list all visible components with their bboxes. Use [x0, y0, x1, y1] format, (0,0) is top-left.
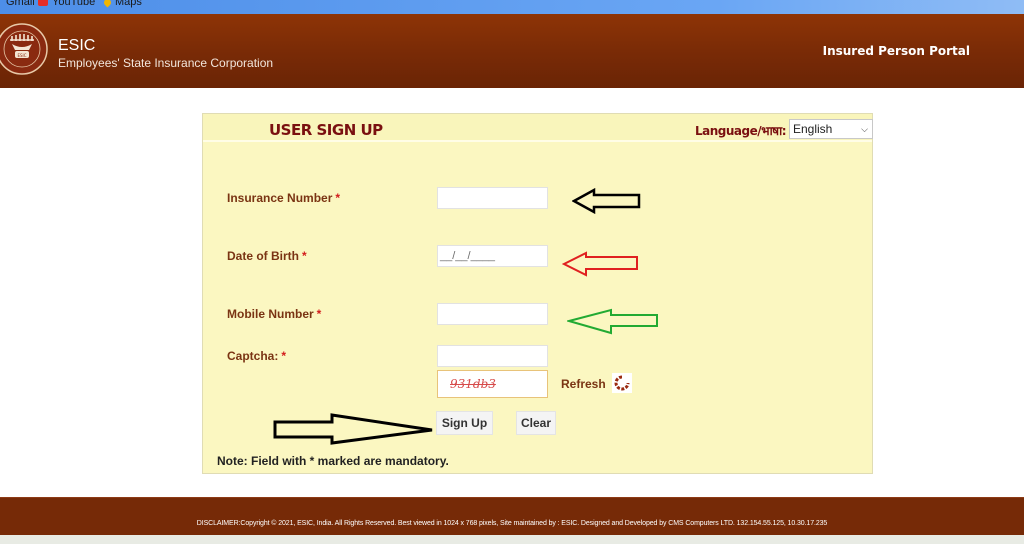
refresh-icon[interactable]: [612, 373, 632, 393]
arrow-right-black-icon: [273, 413, 433, 445]
youtube-icon: [38, 0, 48, 6]
brand-subtitle: Employees' State Insurance Corporation: [58, 56, 274, 70]
svg-text:ESIC: ESIC: [17, 53, 26, 58]
bookmarks-bar: Gmail YouTube Maps: [0, 0, 1024, 14]
page-title: USER SIGN UP: [269, 121, 383, 139]
footer-disclaimer: DISCLAIMER:Copyright © 2021, ESIC, India…: [196, 520, 828, 527]
language-selected-value: English: [793, 122, 833, 136]
portal-name: Insured Person Portal: [822, 44, 970, 58]
brand-title: ESIC: [58, 37, 96, 54]
mandatory-note: Note: Field with * marked are mandatory.: [217, 454, 449, 468]
site-footer: DISCLAIMER:Copyright © 2021, ESIC, India…: [0, 497, 1024, 535]
captcha-image: 931db3: [437, 370, 548, 398]
bookmark-gmail[interactable]: Gmail: [6, 0, 35, 8]
sign-up-button[interactable]: Sign Up: [436, 411, 493, 435]
date-of-birth-label: Date of Birth *: [227, 249, 307, 263]
maps-icon: [102, 0, 113, 7]
taskbar: [0, 535, 1024, 544]
arrow-left-green-icon: [567, 308, 658, 335]
clear-button[interactable]: Clear: [516, 411, 556, 435]
insurance-number-input[interactable]: [437, 187, 548, 209]
site-header: ESIC ESIC Employees' State Insurance Cor…: [0, 14, 1024, 88]
bookmark-label: YouTube: [52, 0, 96, 8]
arrow-left-black-icon: [572, 188, 641, 214]
bookmark-youtube[interactable]: YouTube: [38, 0, 95, 8]
bookmark-label: Gmail: [6, 0, 35, 8]
esic-logo-icon[interactable]: ESIC: [0, 20, 52, 78]
captcha-label: Captcha: *: [227, 349, 287, 363]
chevron-down-icon: ⌵: [861, 123, 868, 134]
mobile-number-label: Mobile Number *: [227, 307, 322, 321]
language-select[interactable]: English ⌵: [789, 119, 873, 139]
captcha-text: 931db3: [450, 377, 496, 391]
insurance-number-label: Insurance Number *: [227, 191, 341, 205]
language-label: Language/भाषा:: [695, 124, 787, 138]
captcha-input[interactable]: [437, 345, 548, 367]
mobile-number-input[interactable]: [437, 303, 548, 325]
refresh-link[interactable]: Refresh: [561, 377, 606, 391]
date-of-birth-input[interactable]: __/__/____: [437, 245, 548, 267]
bookmark-maps[interactable]: Maps: [102, 0, 142, 8]
panel-header: USER SIGN UP Language/भाषा: English ⌵: [203, 114, 873, 142]
bookmark-label: Maps: [115, 0, 142, 8]
arrow-left-red-icon: [562, 251, 638, 277]
